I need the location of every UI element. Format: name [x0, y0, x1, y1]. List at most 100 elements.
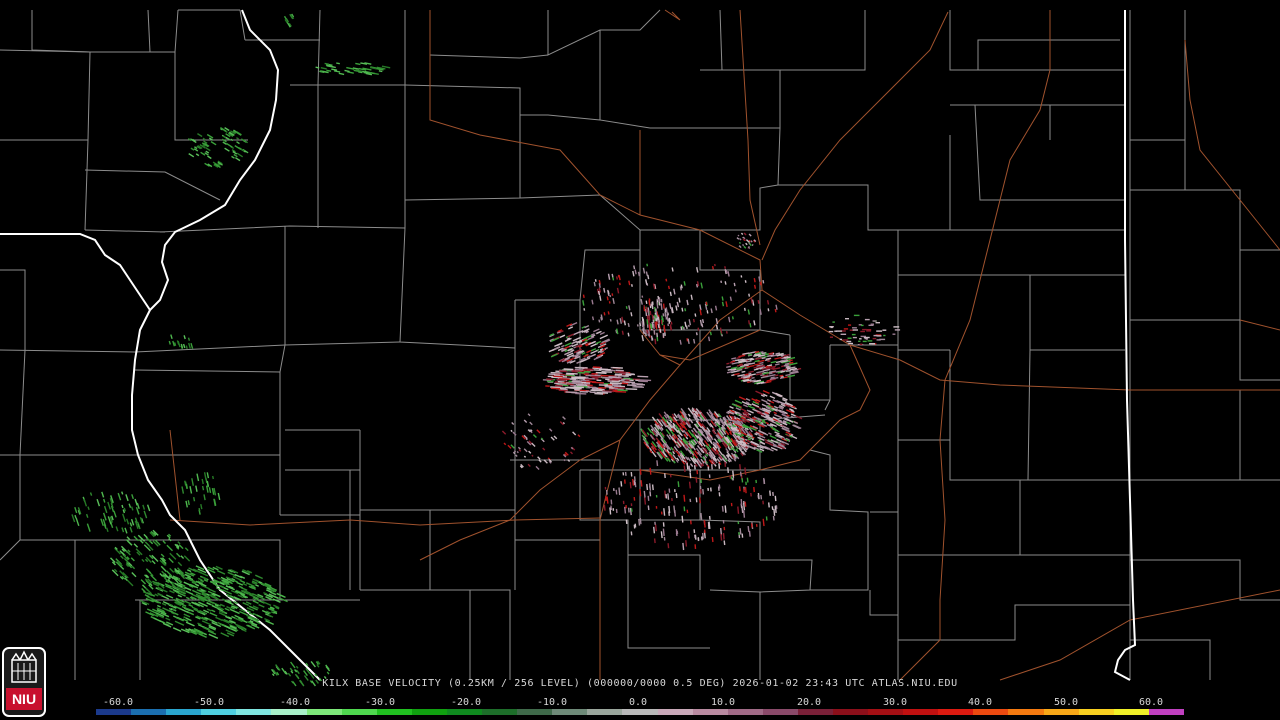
colorbar-label: 10.0	[710, 697, 736, 708]
radar-echo	[616, 287, 620, 294]
radar-echo	[786, 421, 791, 425]
radar-echo	[200, 503, 203, 510]
radar-echo	[226, 142, 233, 148]
radar-echo	[754, 350, 760, 354]
radar-echo	[656, 460, 659, 467]
radar-echo	[741, 505, 744, 513]
radar-echo	[222, 135, 227, 139]
radar-echo	[378, 70, 383, 73]
radar-echo	[206, 608, 212, 612]
radar-echo	[739, 464, 741, 470]
radar-echo	[507, 444, 512, 449]
radar-echo	[140, 579, 146, 585]
radar-echo	[197, 133, 203, 138]
radar-echo	[187, 500, 190, 506]
radar-map[interactable]	[0, 0, 1280, 720]
radar-echo	[729, 296, 732, 302]
radar-echo	[355, 62, 361, 66]
radar-echo	[766, 402, 771, 406]
colorbar-segment	[1148, 709, 1184, 715]
radar-echo	[624, 381, 636, 384]
radar-echo	[740, 407, 747, 412]
radar-echo	[726, 365, 731, 368]
radar-echo	[667, 285, 670, 290]
radar-echo	[669, 325, 672, 331]
radar-echo	[515, 454, 518, 457]
radar-echo	[649, 447, 653, 452]
radar-echo	[83, 498, 88, 507]
colorbar-segment	[271, 709, 307, 715]
radar-echo	[789, 366, 796, 369]
radar-echo	[607, 311, 610, 315]
county-border	[777, 127, 951, 231]
radar-echo	[320, 67, 327, 70]
radar-echo	[687, 413, 691, 418]
radar-echo	[654, 524, 657, 532]
radar-echo	[559, 334, 566, 339]
radar-echo	[769, 353, 774, 356]
radar-echo	[759, 441, 765, 445]
radar-echo	[687, 338, 690, 345]
radar-echo	[196, 473, 200, 482]
radar-echo	[793, 420, 799, 425]
highway	[1239, 319, 1280, 331]
radar-echo	[71, 514, 76, 523]
radar-echo	[766, 374, 776, 378]
radar-echo	[535, 465, 540, 470]
radar-echo	[645, 306, 648, 313]
radar-echo	[744, 358, 749, 361]
radar-echo	[748, 370, 754, 374]
radar-echo	[686, 299, 689, 306]
radar-echo	[159, 620, 165, 624]
radar-echo	[117, 492, 122, 501]
radar-echo	[639, 379, 652, 382]
radar-echo	[564, 342, 572, 347]
radar-echo	[236, 137, 239, 140]
radar-echo	[190, 147, 195, 151]
county-border	[897, 440, 1021, 556]
radar-echo	[615, 489, 618, 495]
radar-echo	[753, 368, 759, 371]
radar-echo	[160, 565, 167, 572]
radar-echo	[665, 309, 668, 314]
radar-echo	[646, 484, 649, 491]
colorbar-label: 30.0	[882, 697, 908, 708]
radar-echo	[789, 361, 794, 364]
radar-echo	[725, 269, 728, 274]
radar-echo	[755, 390, 764, 396]
radar-echo	[554, 342, 563, 348]
radar-echo	[659, 328, 662, 333]
radar-echo	[678, 297, 681, 303]
radar-echo	[660, 303, 663, 310]
county-border	[147, 9, 151, 53]
county-border	[290, 84, 406, 228]
radar-echo	[706, 310, 709, 314]
radar-echo	[624, 506, 627, 514]
radar-echo	[131, 565, 136, 570]
radar-echo	[640, 298, 643, 305]
radar-echo	[738, 241, 741, 244]
radar-echo	[700, 458, 705, 464]
radar-echo	[177, 594, 182, 598]
radar-echo	[124, 527, 128, 534]
radar-echo	[614, 371, 626, 374]
radar-echo	[157, 604, 161, 608]
colorbar-segment	[306, 709, 342, 715]
radar-echo	[591, 316, 595, 321]
county-border	[897, 230, 950, 351]
county-border	[627, 555, 710, 649]
radar-echo	[527, 463, 531, 467]
radar-echo	[258, 603, 265, 608]
radar-echo	[182, 343, 186, 349]
radar-echo	[207, 618, 213, 622]
radar-echo	[773, 405, 779, 409]
radar-echo	[123, 507, 127, 512]
colorbar-segment	[131, 709, 167, 715]
county-border	[700, 184, 779, 231]
radar-echo	[647, 274, 650, 280]
radar-echo	[217, 570, 226, 575]
radar-echo	[787, 374, 796, 378]
radar-echo	[627, 507, 630, 513]
radar-echo	[582, 294, 585, 299]
radar-echo	[159, 573, 163, 577]
